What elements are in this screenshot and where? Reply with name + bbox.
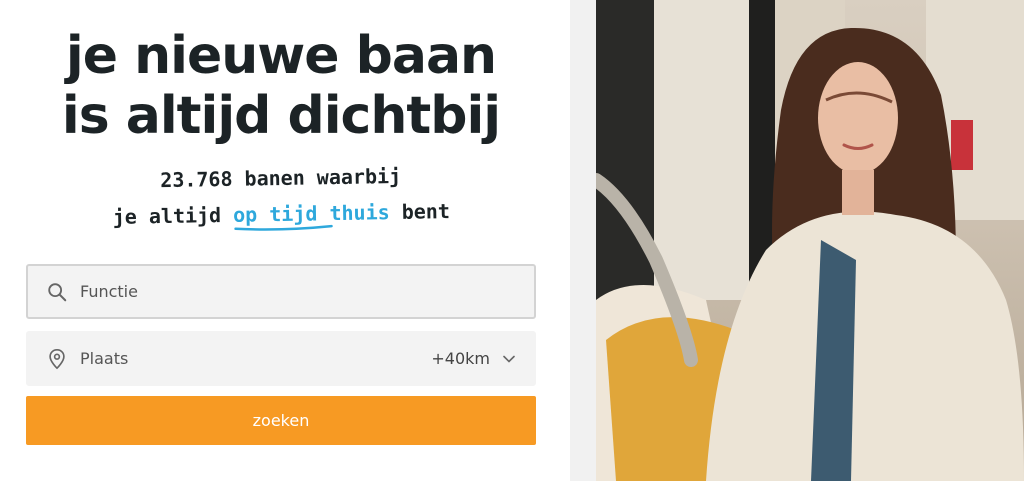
tagline-pre: je altijd <box>112 202 234 229</box>
hero-photo <box>596 0 1024 481</box>
function-search-field[interactable] <box>26 264 536 319</box>
tagline-post: bent <box>389 199 451 225</box>
headline-line-1: je nieuwe baan <box>65 26 497 86</box>
function-input[interactable] <box>80 282 516 301</box>
place-search-field[interactable]: +40km <box>26 331 536 386</box>
hero-headline: je nieuwe baan is altijd dichtbij <box>0 26 562 146</box>
chevron-down-icon[interactable] <box>502 352 516 366</box>
highlight-underline <box>234 224 333 231</box>
radius-select[interactable]: +40km <box>431 349 490 368</box>
search-icon <box>48 282 67 301</box>
woman-on-bus-image <box>596 0 1024 481</box>
hero-tagline: 23.768 banen waarbij je altijd op tijd t… <box>0 155 563 237</box>
job-count-text: 23.768 banen waarbij <box>160 163 402 193</box>
tagline-highlight: op tijd thuis <box>233 200 390 231</box>
headline-line-2: is altijd dichtbij <box>61 86 501 146</box>
hero-panel: je nieuwe baan is altijd dichtbij 23.768… <box>0 0 570 481</box>
search-button[interactable]: zoeken <box>26 396 536 445</box>
location-pin-icon <box>49 348 65 369</box>
place-input[interactable] <box>80 349 432 368</box>
divider-strip <box>570 0 596 481</box>
